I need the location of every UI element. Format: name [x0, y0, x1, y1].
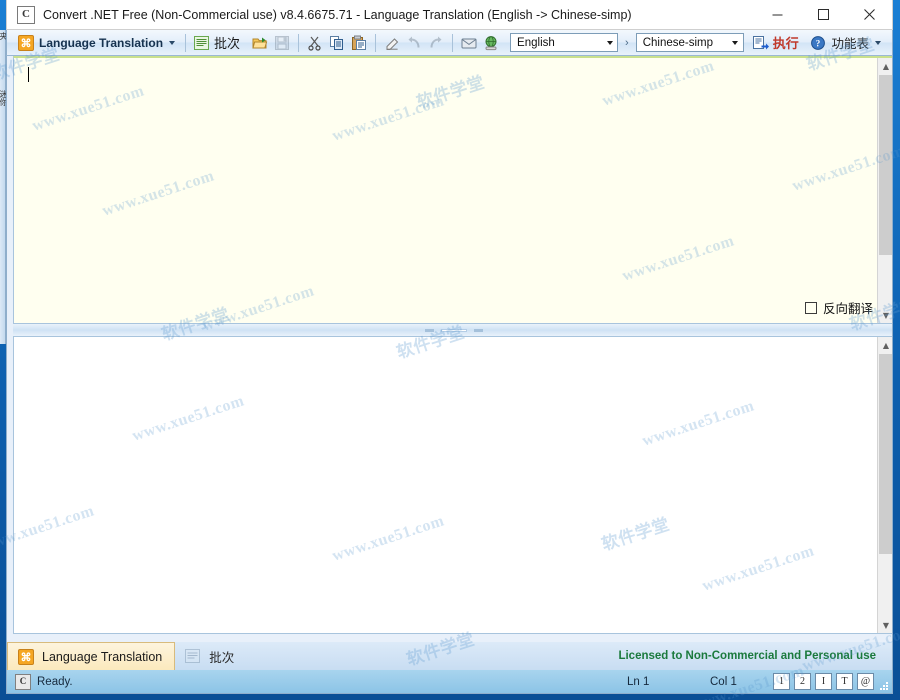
execute-label: 执行	[772, 36, 799, 51]
function-menu-label: 功能表	[831, 37, 869, 51]
scrollbar-thumb[interactable]	[879, 354, 892, 554]
pane-splitter[interactable]	[13, 324, 892, 336]
scroll-down-arrow-icon[interactable]: ▼	[878, 307, 892, 323]
paste-button[interactable]	[348, 32, 370, 54]
reverse-translate-label: 反向翻译	[822, 302, 873, 316]
svg-text:⌘: ⌘	[21, 652, 32, 664]
target-text-pane[interactable]: ▲ ▼	[13, 336, 892, 634]
source-language-combo[interactable]: English	[510, 33, 619, 52]
splitter-grip-left	[424, 328, 434, 332]
mode-selector-button[interactable]: ⌘ Language Translation	[15, 32, 180, 54]
target-language-dropdown-arrow[interactable]	[728, 34, 743, 51]
main-toolbar: ⌘ Language Translation 批次 English › Chin…	[6, 30, 893, 56]
svg-text:?: ?	[816, 38, 821, 48]
bottom-tabstrip: ⌘ Language Translation 批次 Licensed to No…	[6, 642, 893, 670]
translate-icon: ⌘	[18, 648, 34, 665]
toolbar-separator	[375, 33, 377, 52]
chevron-down-icon	[875, 40, 881, 45]
status-app-icon: C	[15, 673, 31, 690]
toolbar-separator	[185, 33, 187, 52]
reverse-translate-row[interactable]: 反向翻译	[804, 298, 873, 317]
scroll-up-arrow-icon[interactable]: ▲	[878, 58, 892, 74]
floppy-save-icon	[275, 35, 290, 50]
desktop-background: C Convert .NET Free (Non-Commercial use)…	[0, 0, 900, 700]
status-indicator-at[interactable]: @	[857, 673, 874, 690]
translate-mode-icon: ⌘	[18, 34, 34, 51]
target-pane-scrollbar[interactable]: ▲ ▼	[877, 337, 892, 633]
open-button[interactable]	[249, 32, 271, 54]
source-language-dropdown-arrow[interactable]	[602, 34, 617, 51]
execute-icon	[752, 35, 769, 49]
resize-grip-icon[interactable]	[877, 679, 889, 691]
help-circle-icon: ?	[811, 35, 826, 50]
toolbar-separator	[452, 33, 454, 52]
redo-button[interactable]	[425, 32, 447, 54]
folder-open-icon	[252, 37, 268, 48]
copy-icon	[330, 35, 344, 50]
scroll-down-arrow-icon[interactable]: ▼	[878, 617, 892, 633]
function-menu-button[interactable]: ? 功能表	[807, 32, 886, 54]
svg-text:⌘: ⌘	[21, 38, 32, 50]
splitter-grip-center	[440, 328, 467, 332]
toolbar-separator	[298, 33, 300, 52]
minimize-button[interactable]	[754, 0, 800, 30]
batch-icon	[194, 35, 210, 50]
reverse-translate-checkbox[interactable]	[804, 301, 817, 314]
close-button[interactable]	[846, 0, 892, 30]
source-text-pane[interactable]: 反向翻译 ▲ ▼	[13, 56, 892, 324]
status-message: Ready.	[37, 675, 73, 688]
status-line-indicator: Ln 1	[627, 675, 650, 688]
mail-button[interactable]	[458, 32, 480, 54]
undo-button[interactable]	[403, 32, 425, 54]
status-bar: C Ready. Ln 1 Col 1 1 2 I T @	[6, 670, 893, 694]
scrollbar-thumb[interactable]	[879, 75, 892, 255]
undo-arrow-icon	[408, 36, 420, 48]
status-indicator-2[interactable]: 2	[794, 673, 811, 690]
execute-button[interactable]: 执行	[750, 32, 802, 54]
scissors-icon	[308, 36, 321, 51]
tab-label: Language Translation	[42, 649, 163, 664]
batch-button[interactable]: 批次	[191, 32, 243, 54]
mode-selector-label: Language Translation	[39, 35, 164, 50]
splitter-grip-right	[473, 328, 483, 332]
redo-arrow-icon	[430, 36, 442, 48]
cut-button[interactable]	[304, 32, 326, 54]
tab-language-translation[interactable]: ⌘ Language Translation	[7, 642, 176, 670]
batch-label: 批次	[214, 36, 241, 51]
status-indicator-insert[interactable]: I	[815, 673, 832, 690]
window-titlebar: C Convert .NET Free (Non-Commercial use)…	[6, 0, 893, 30]
maximize-button[interactable]	[800, 0, 846, 30]
copy-button[interactable]	[326, 32, 348, 54]
erase-button[interactable]	[381, 32, 403, 54]
tab-label: 批次	[209, 650, 235, 665]
window-title: Convert .NET Free (Non-Commercial use) v…	[43, 7, 632, 22]
scroll-up-arrow-icon[interactable]: ▲	[878, 337, 892, 353]
paste-icon	[352, 35, 367, 50]
workspace: 反向翻译 ▲ ▼ ▲ ▼	[6, 56, 893, 642]
mail-icon	[461, 38, 477, 48]
status-column-indicator: Col 1	[710, 675, 737, 688]
translate-globe-button[interactable]	[480, 32, 502, 54]
license-text: Licensed to Non-Commercial and Personal …	[618, 650, 876, 662]
text-cursor	[28, 67, 29, 82]
save-button[interactable]	[271, 32, 293, 54]
source-language-value: English	[517, 36, 555, 49]
chevron-down-icon	[169, 40, 176, 45]
status-indicator-group: 1 2 I T @	[773, 673, 874, 690]
target-language-combo[interactable]: Chinese-simp	[635, 33, 744, 52]
status-indicator-1[interactable]: 1	[773, 673, 790, 690]
globe-icon	[485, 35, 497, 50]
target-language-value: Chinese-simp	[642, 36, 714, 49]
source-pane-scrollbar[interactable]: ▲ ▼	[877, 58, 892, 323]
eraser-icon	[386, 37, 399, 50]
tab-batch[interactable]: 批次	[175, 642, 246, 670]
window-controls	[754, 0, 892, 30]
batch-icon	[185, 649, 201, 663]
direction-arrow-icon: ›	[625, 36, 629, 49]
status-indicator-text[interactable]: T	[836, 673, 853, 690]
app-icon: C	[17, 5, 35, 24]
